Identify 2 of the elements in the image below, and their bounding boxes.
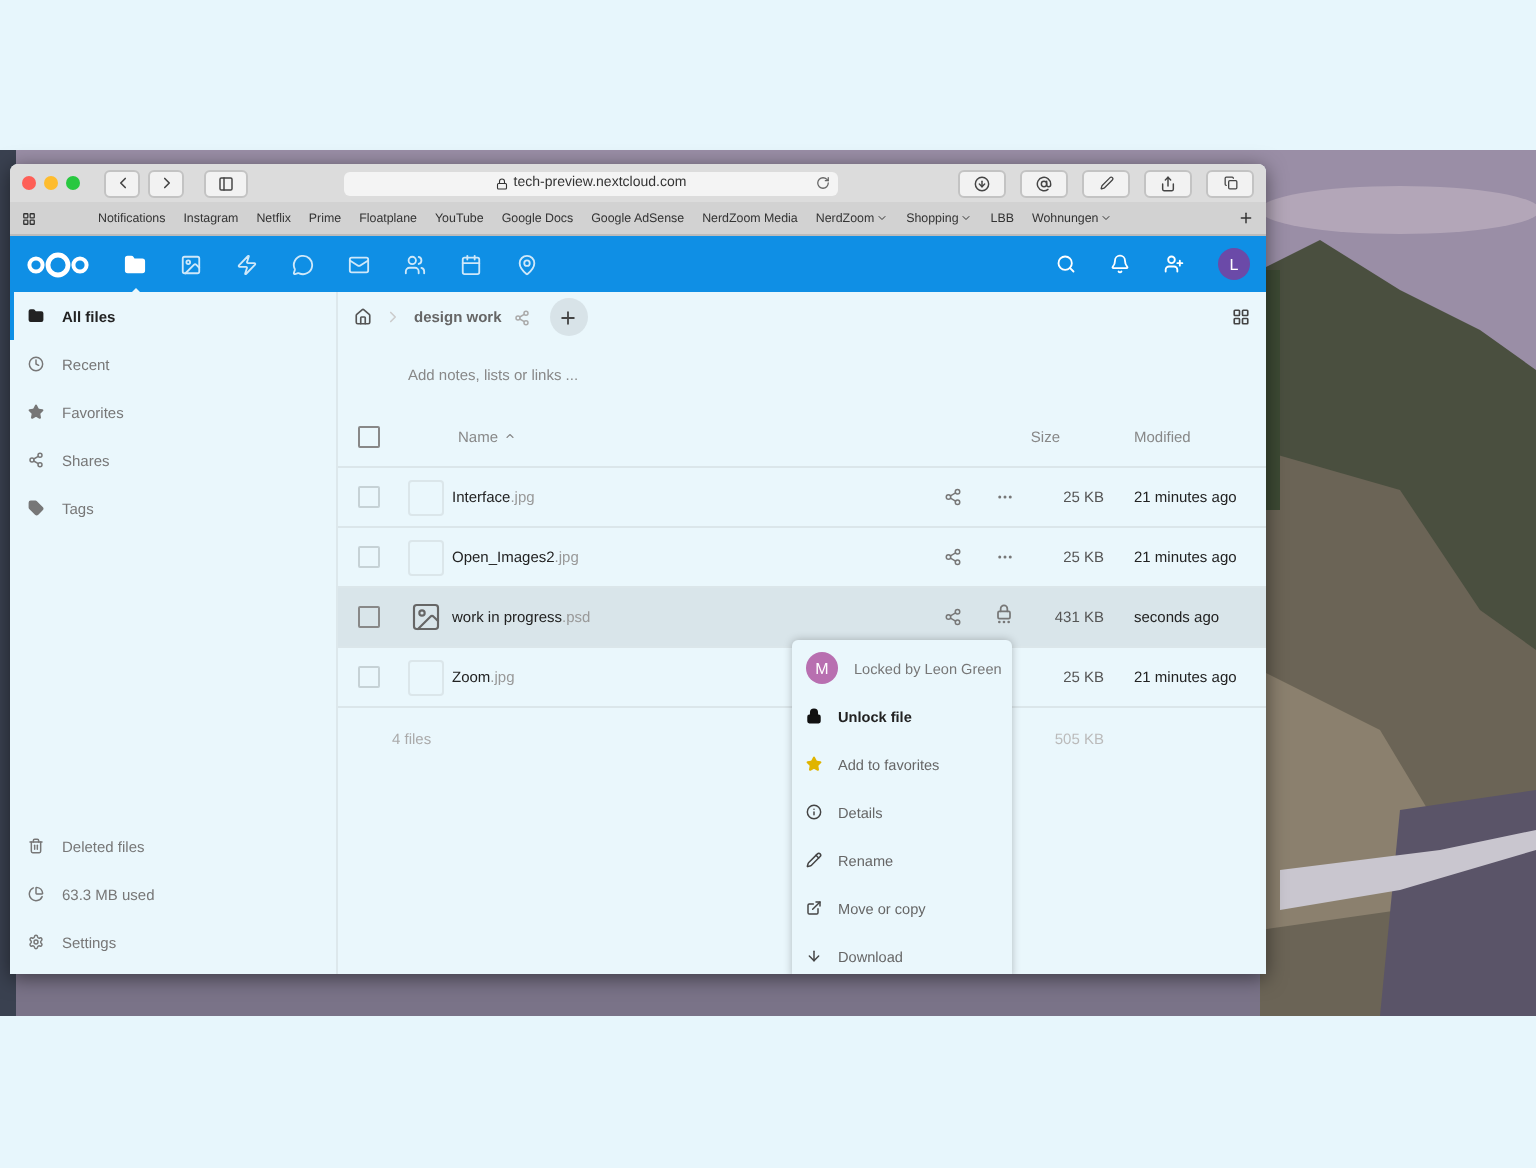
user-avatar[interactable]: L	[1218, 248, 1250, 280]
user-avatar: M	[806, 652, 838, 684]
